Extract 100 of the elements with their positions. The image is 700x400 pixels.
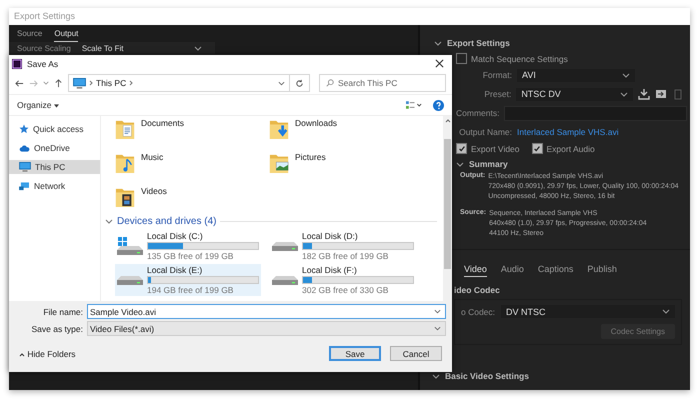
- up-arrow-icon[interactable]: [54, 78, 63, 88]
- refresh-button[interactable]: [290, 74, 310, 92]
- panel-tab[interactable]: Captions: [538, 264, 574, 277]
- section-heading: Devices and drives (4): [117, 216, 216, 227]
- folder-name[interactable]: Videos: [141, 186, 167, 196]
- caret-icon: [434, 309, 441, 314]
- breadcrumb[interactable]: This PC: [96, 78, 126, 88]
- field-label: Format:: [482, 70, 512, 80]
- folder-name[interactable]: Downloads: [295, 118, 338, 128]
- folder-name[interactable]: Documents: [141, 118, 184, 128]
- picture-folder-icon: [269, 152, 289, 174]
- window-title: Export Settings: [9, 8, 690, 25]
- drive-name: Local Disk (F:): [302, 265, 358, 275]
- field-label: Comments:: [456, 108, 500, 118]
- computer-icon: [19, 162, 31, 172]
- free-space-text: 182 GB free of 199 GB: [302, 251, 390, 261]
- close-icon[interactable]: [435, 59, 444, 68]
- chevron-icon: [622, 72, 630, 78]
- chevron-right-icon: [89, 80, 93, 86]
- document-folder-icon: [115, 118, 135, 140]
- section-heading: Export Settings: [447, 38, 510, 48]
- drive-name: Local Disk (D:): [302, 231, 359, 241]
- field-label: Preset:: [483, 89, 512, 99]
- search-icon: [326, 79, 334, 87]
- help-icon[interactable]: [433, 100, 444, 110]
- drive-item[interactable]: Local Disk (F:) 302 GB free of 330 GB: [270, 264, 416, 296]
- checkbox[interactable]: [456, 143, 467, 154]
- panel-tab[interactable]: Video: [464, 264, 487, 277]
- drive-icon: [272, 242, 298, 250]
- drive-item[interactable]: Local Disk (C:) 135 GB free of 199 GB: [115, 230, 261, 262]
- file-name-field[interactable]: Sample Video.avi: [90, 306, 434, 316]
- file-name-box[interactable]: Sample Video.avi: [87, 304, 446, 319]
- file-type-dropdown[interactable]: Video Files(*.avi): [87, 321, 446, 336]
- hide-folders-button[interactable]: Hide Folders: [15, 348, 76, 358]
- scroll-up-icon[interactable]: [444, 119, 450, 123]
- drive-name: Local Disk (C:): [147, 231, 204, 241]
- caret-icon: [278, 80, 285, 86]
- caret-icon[interactable]: [43, 81, 49, 85]
- field-label: Save as type:: [30, 324, 83, 334]
- field-label: File name:: [42, 306, 83, 316]
- drive-name: Local Disk (E:): [147, 265, 204, 275]
- checkbox-label: Export Audio: [546, 144, 595, 154]
- field-label: Source Scaling: [17, 44, 71, 52]
- nav-item[interactable]: Network: [9, 179, 100, 193]
- cancel-button[interactable]: Cancel: [390, 346, 442, 361]
- drive-icon: [117, 276, 143, 284]
- preset-dropdown[interactable]: NTSC DV: [516, 88, 633, 100]
- drive-icon: [272, 276, 298, 284]
- section-heading: ideo Codec: [454, 285, 501, 295]
- video-folder-icon: [115, 186, 135, 208]
- network-icon: [19, 182, 30, 190]
- field-label: o Codec:: [461, 306, 496, 316]
- drive-item[interactable]: Local Disk (E:) 194 GB free of 199 GB: [115, 264, 261, 296]
- folder-name[interactable]: Music: [141, 152, 164, 162]
- section-heading: Basic Video Settings: [445, 371, 529, 381]
- checkbox[interactable]: [456, 53, 467, 64]
- folder-name[interactable]: Pictures: [295, 152, 326, 162]
- download-icon[interactable]: [638, 88, 650, 100]
- chevron-icon: [662, 309, 670, 314]
- back-arrow-icon[interactable]: [15, 78, 24, 88]
- import-icon[interactable]: [655, 88, 667, 100]
- free-space-text: 302 GB free of 330 GB: [302, 285, 390, 295]
- checkbox-label: Export Video: [471, 144, 520, 154]
- nav-item[interactable]: This PC: [9, 160, 100, 174]
- free-space-text: 194 GB free of 199 GB: [147, 285, 234, 295]
- music-folder-icon: [115, 152, 135, 174]
- search-box[interactable]: Search This PC: [319, 74, 446, 92]
- chevron-right-icon[interactable]: [129, 80, 134, 86]
- section-heading: Summary: [469, 159, 508, 169]
- download-folder-icon: [269, 118, 289, 140]
- chevron-icon: [194, 46, 202, 50]
- save-button[interactable]: Save: [329, 346, 381, 361]
- nav-item[interactable]: OneDrive: [9, 141, 100, 155]
- view-options-icon[interactable]: [406, 100, 423, 110]
- panel-tab[interactable]: Audio: [500, 264, 524, 277]
- caret-icon: [434, 326, 441, 331]
- system-drive-icon: [117, 237, 143, 255]
- checkbox[interactable]: [532, 143, 543, 154]
- chevron-icon: [620, 92, 628, 96]
- free-space-text: 135 GB free of 199 GB: [147, 251, 234, 261]
- chevron-icon: [456, 162, 464, 166]
- output-name-link[interactable]: Interlaced Sample VHS.avi: [517, 127, 619, 137]
- dialog-title: Save As: [27, 58, 58, 68]
- nav-item[interactable]: Quick access: [9, 122, 100, 136]
- scrollbar[interactable]: [443, 116, 452, 301]
- star-icon: [19, 124, 29, 134]
- chevron-icon[interactable]: [105, 219, 113, 224]
- format-dropdown[interactable]: AVI: [517, 68, 635, 82]
- field-label: Output Name:: [458, 127, 512, 137]
- codec-dropdown[interactable]: DV NTSC: [501, 305, 675, 318]
- panel-tab[interactable]: Publish: [587, 264, 617, 277]
- refresh-icon: [295, 78, 304, 88]
- checkbox-label: Match Sequence Settings: [471, 54, 568, 64]
- caret-icon: [54, 104, 59, 108]
- panel-tab[interactable]: Source: [17, 28, 42, 42]
- drive-item[interactable]: Local Disk (D:) 182 GB free of 199 GB: [270, 230, 416, 262]
- chevron-up-icon: [19, 352, 25, 356]
- computer-icon: [73, 78, 86, 88]
- app-icon: [12, 58, 22, 68]
- organize-menu[interactable]: Organize: [17, 100, 59, 110]
